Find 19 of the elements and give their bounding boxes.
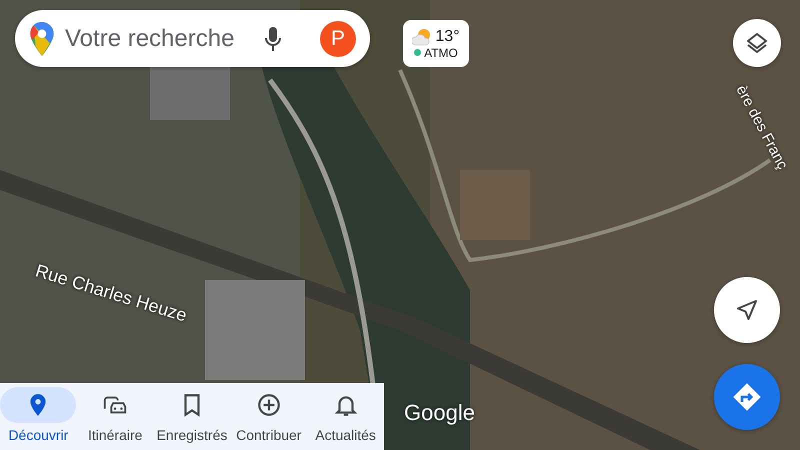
temperature: 13° bbox=[435, 28, 460, 46]
map-pin-logo-icon bbox=[29, 20, 55, 56]
search-field[interactable]: Votre recherche bbox=[65, 24, 255, 52]
add-icon bbox=[256, 392, 282, 418]
map-logo: Google bbox=[404, 400, 475, 426]
weather-chip[interactable]: 13° ATMO bbox=[403, 20, 469, 67]
nav-tab[interactable]: Itinéraire bbox=[76, 383, 154, 450]
nav-tab[interactable]: Enregistrés bbox=[154, 383, 230, 450]
navigation-arrow-icon bbox=[735, 298, 759, 322]
nav-tab[interactable]: Actualités bbox=[307, 383, 384, 450]
layers-icon bbox=[745, 31, 769, 55]
directions-icon bbox=[732, 382, 762, 412]
air-quality-label: ATMO bbox=[424, 46, 458, 60]
street-label: ère des Franç bbox=[732, 82, 791, 172]
microphone-icon[interactable] bbox=[265, 26, 281, 52]
street-label: Rue Charles Heuze bbox=[32, 260, 190, 326]
sun-cloud-icon bbox=[412, 28, 432, 46]
air-quality-dot-icon bbox=[414, 49, 422, 56]
nav-tab[interactable]: Contribuer bbox=[230, 383, 308, 450]
